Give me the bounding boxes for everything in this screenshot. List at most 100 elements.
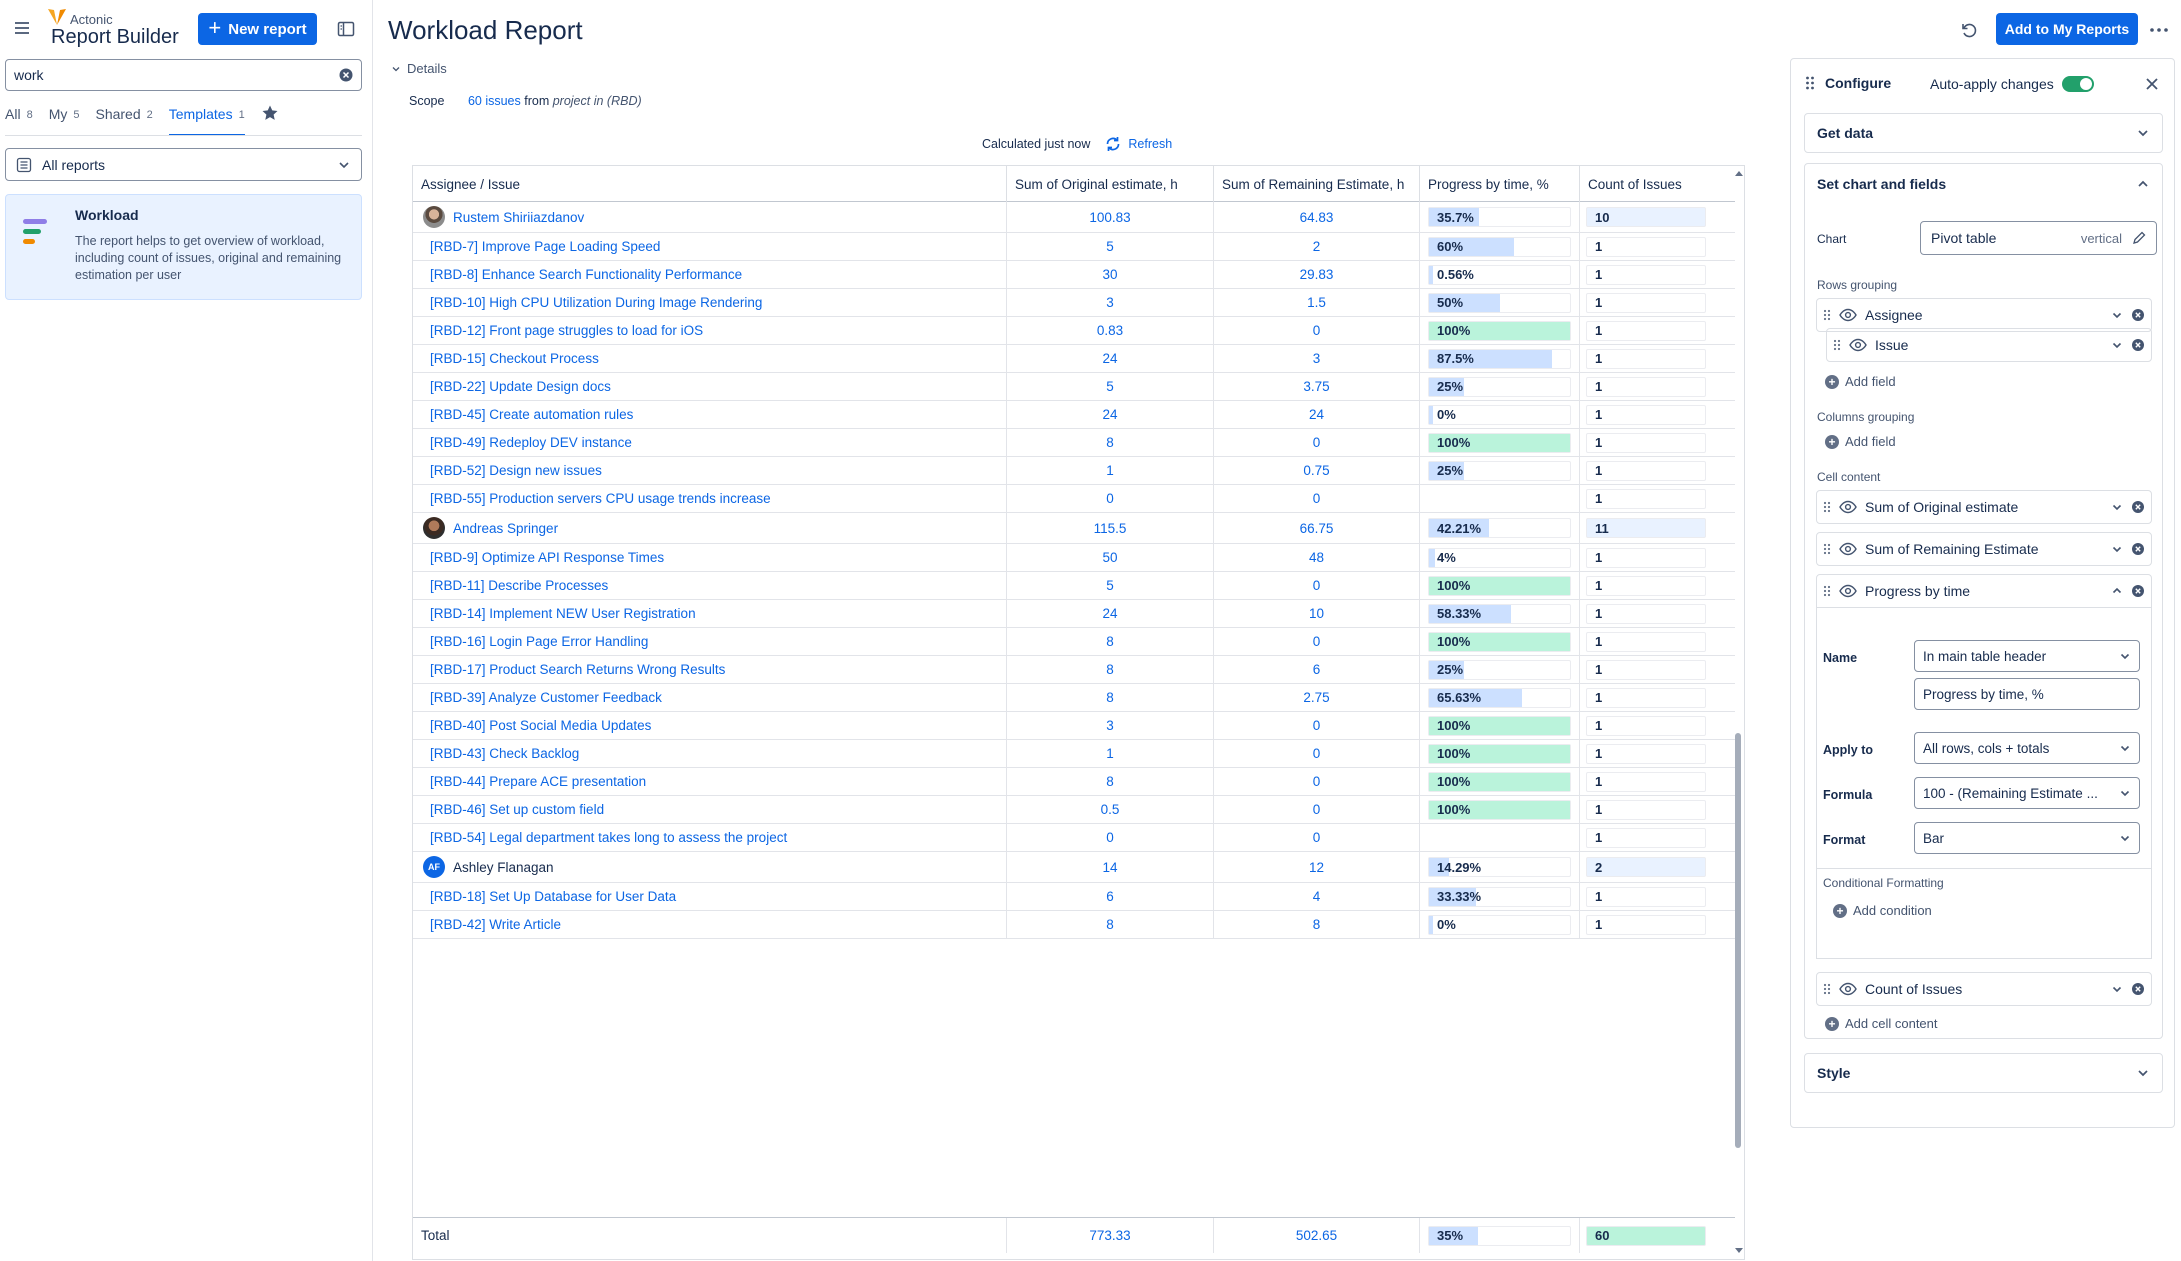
- name-input[interactable]: Progress by time, %: [1914, 678, 2140, 710]
- name-select[interactable]: In main table header: [1914, 640, 2140, 672]
- assignee-name-link[interactable]: Rustem Shiriiazdanov: [453, 210, 584, 225]
- remaining-estimate-cell[interactable]: 0: [1214, 740, 1420, 767]
- remaining-estimate-cell[interactable]: 64.83: [1214, 202, 1420, 232]
- remaining-estimate-cell[interactable]: 66.75: [1214, 513, 1420, 543]
- issue-link[interactable]: [RBD-55] Production servers CPU usage tr…: [430, 491, 771, 506]
- original-estimate-cell[interactable]: 0.83: [1007, 317, 1214, 344]
- original-estimate-cell[interactable]: 3: [1007, 712, 1214, 739]
- original-estimate-cell[interactable]: 115.5: [1007, 513, 1214, 543]
- remaining-estimate-cell[interactable]: 48: [1214, 544, 1420, 571]
- original-estimate-cell[interactable]: 24: [1007, 401, 1214, 428]
- tab-templates[interactable]: Templates 1: [168, 106, 245, 136]
- details-toggle[interactable]: Details: [391, 61, 447, 76]
- new-report-button[interactable]: + New report: [198, 13, 317, 45]
- drag-handle-icon[interactable]: [1823, 308, 1831, 322]
- original-estimate-cell[interactable]: 1: [1007, 740, 1214, 767]
- remaining-estimate-cell[interactable]: 4: [1214, 883, 1420, 910]
- remaining-estimate-cell[interactable]: 0: [1214, 317, 1420, 344]
- chart-type-input[interactable]: Pivot table vertical: [1920, 221, 2157, 255]
- chevron-down-icon[interactable]: [2111, 339, 2123, 351]
- eye-icon[interactable]: [1839, 982, 1857, 996]
- remaining-estimate-cell[interactable]: 0: [1214, 572, 1420, 599]
- remaining-estimate-cell[interactable]: 12: [1214, 852, 1420, 882]
- issue-link[interactable]: [RBD-18] Set Up Database for User Data: [430, 889, 676, 904]
- original-estimate-cell[interactable]: 8: [1007, 768, 1214, 795]
- issue-link[interactable]: [RBD-14] Implement NEW User Registration: [430, 606, 696, 621]
- remove-icon[interactable]: [2131, 308, 2145, 322]
- issue-link[interactable]: [RBD-15] Checkout Process: [430, 351, 599, 366]
- assignee-name-link[interactable]: Ashley Flanagan: [453, 860, 554, 875]
- issue-link[interactable]: [RBD-12] Front page struggles to load fo…: [430, 323, 703, 338]
- chevron-down-icon[interactable]: [2111, 983, 2123, 995]
- remove-icon[interactable]: [2131, 542, 2145, 556]
- chevron-up-icon[interactable]: [2111, 585, 2123, 597]
- remaining-estimate-cell[interactable]: 0: [1214, 712, 1420, 739]
- toggle-switch[interactable]: [2061, 76, 2094, 92]
- issue-link[interactable]: [RBD-7] Improve Page Loading Speed: [430, 239, 660, 254]
- original-estimate-cell[interactable]: 8: [1007, 684, 1214, 711]
- eye-icon[interactable]: [1839, 308, 1857, 322]
- eye-icon[interactable]: [1849, 338, 1867, 352]
- issue-link[interactable]: [RBD-39] Analyze Customer Feedback: [430, 690, 662, 705]
- row-field-issue[interactable]: Issue: [1826, 328, 2152, 362]
- more-options-icon[interactable]: [2148, 20, 2170, 40]
- original-estimate-cell[interactable]: 50: [1007, 544, 1214, 571]
- remaining-estimate-cell[interactable]: 0: [1214, 429, 1420, 456]
- drag-handle-icon[interactable]: [1805, 75, 1815, 91]
- add-condition-button[interactable]: + Add condition: [1833, 903, 1932, 918]
- style-section[interactable]: Style: [1804, 1053, 2163, 1093]
- column-header-original-estimate[interactable]: Sum of Original estimate, h: [1007, 166, 1214, 202]
- remaining-estimate-cell[interactable]: 3: [1214, 345, 1420, 372]
- set-chart-header[interactable]: Set chart and fields: [1805, 164, 2162, 204]
- format-select[interactable]: Bar: [1914, 822, 2140, 854]
- remove-icon[interactable]: [2131, 584, 2145, 598]
- remaining-estimate-cell[interactable]: 29.83: [1214, 261, 1420, 288]
- original-estimate-cell[interactable]: 3: [1007, 289, 1214, 316]
- tab-my[interactable]: My 5: [49, 106, 80, 134]
- remaining-estimate-cell[interactable]: 0: [1214, 485, 1420, 512]
- issue-link[interactable]: [RBD-8] Enhance Search Functionality Per…: [430, 267, 742, 282]
- close-icon[interactable]: [2144, 76, 2160, 92]
- issue-link[interactable]: [RBD-17] Product Search Returns Wrong Re…: [430, 662, 725, 677]
- formula-select[interactable]: 100 - (Remaining Estimate ...: [1914, 777, 2140, 809]
- remaining-estimate-cell[interactable]: 3.75: [1214, 373, 1420, 400]
- chevron-down-icon[interactable]: [2111, 543, 2123, 555]
- drag-handle-icon[interactable]: [1833, 338, 1841, 352]
- auto-apply-toggle[interactable]: Auto-apply changes: [1930, 76, 2094, 92]
- drag-handle-icon[interactable]: [1823, 584, 1831, 598]
- original-estimate-cell[interactable]: 8: [1007, 656, 1214, 683]
- issue-link[interactable]: [RBD-46] Set up custom field: [430, 802, 604, 817]
- refresh-button[interactable]: Refresh: [1104, 135, 1172, 153]
- issue-link[interactable]: [RBD-16] Login Page Error Handling: [430, 634, 648, 649]
- original-estimate-cell[interactable]: 5: [1007, 373, 1214, 400]
- column-header-remaining-estimate[interactable]: Sum of Remaining Estimate, h: [1214, 166, 1420, 202]
- assignee-name-link[interactable]: Andreas Springer: [453, 521, 558, 536]
- issue-link[interactable]: [RBD-9] Optimize API Response Times: [430, 550, 664, 565]
- original-estimate-cell[interactable]: 6: [1007, 883, 1214, 910]
- column-header-assignee[interactable]: Assignee / Issue: [413, 166, 1007, 202]
- remove-icon[interactable]: [2131, 500, 2145, 514]
- eye-icon[interactable]: [1839, 584, 1857, 598]
- clear-search-icon[interactable]: [339, 68, 353, 82]
- scrollbar-thumb[interactable]: [1735, 733, 1741, 1148]
- collapse-sidebar-icon[interactable]: [336, 19, 356, 39]
- original-estimate-cell[interactable]: 24: [1007, 600, 1214, 627]
- original-estimate-cell[interactable]: 8: [1007, 911, 1214, 938]
- table-scrollbar[interactable]: [1733, 166, 1744, 1259]
- column-header-progress[interactable]: Progress by time, %: [1420, 166, 1580, 202]
- original-estimate-cell[interactable]: 8: [1007, 429, 1214, 456]
- remaining-estimate-cell[interactable]: 0.75: [1214, 457, 1420, 484]
- issue-link[interactable]: [RBD-42] Write Article: [430, 917, 561, 932]
- search-input[interactable]: work: [5, 59, 362, 91]
- issue-link[interactable]: [RBD-10] High CPU Utilization During Ima…: [430, 295, 762, 310]
- remove-icon[interactable]: [2131, 338, 2145, 352]
- chevron-down-icon[interactable]: [2111, 309, 2123, 321]
- issue-link[interactable]: [RBD-40] Post Social Media Updates: [430, 718, 651, 733]
- hamburger-menu-icon[interactable]: [12, 18, 32, 38]
- scope-issues-link[interactable]: 60 issues: [468, 94, 521, 108]
- issue-link[interactable]: [RBD-43] Check Backlog: [430, 746, 579, 761]
- add-column-field-button[interactable]: + Add field: [1825, 434, 1896, 449]
- original-estimate-cell[interactable]: 0.5: [1007, 796, 1214, 823]
- original-estimate-cell[interactable]: 1: [1007, 457, 1214, 484]
- original-estimate-cell[interactable]: 14: [1007, 852, 1214, 882]
